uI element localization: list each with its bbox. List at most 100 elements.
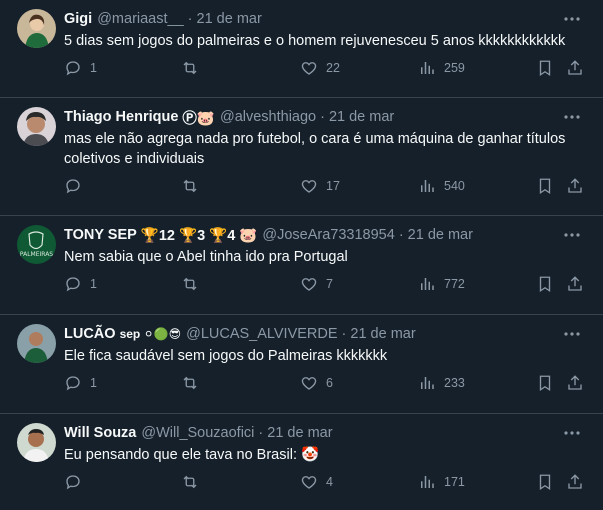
more-options-icon[interactable]: [563, 108, 581, 126]
tweet-date[interactable]: 21 de mar: [350, 326, 415, 342]
retweet-button[interactable]: [181, 473, 207, 491]
reply-icon: [66, 475, 80, 490]
avatar[interactable]: [17, 107, 56, 146]
bookmark-button[interactable]: [536, 59, 554, 77]
views-count: 233: [444, 376, 465, 390]
views-count: 772: [444, 277, 465, 291]
reply-count: 1: [90, 376, 97, 390]
share-button[interactable]: [566, 374, 584, 392]
heart-icon: [301, 278, 317, 291]
views-button[interactable]: 540: [418, 177, 465, 195]
reply-icon: [66, 376, 80, 391]
tweet-actions: 1 22 259: [64, 51, 587, 89]
user-handle[interactable]: @LUCAS_ALVIVERDE: [186, 326, 337, 342]
svg-text:PALMEIRAS: PALMEIRAS: [20, 251, 53, 258]
display-name[interactable]: Gigi: [64, 11, 92, 27]
retweet-icon: [183, 179, 197, 193]
name-badges: 🏆12 🏆3 🏆4 🐷: [140, 227, 258, 244]
retweet-icon: [183, 475, 197, 489]
share-button[interactable]: [566, 177, 584, 195]
display-name[interactable]: LUCÃO: [64, 326, 116, 342]
share-icon: [568, 178, 582, 193]
views-chart-icon: [421, 278, 434, 290]
more-options-icon[interactable]: [563, 325, 581, 343]
tweet[interactable]: LUCÃO sep ⚪🟢😎 @LUCAS_ALVIVERDE · 21 de m…: [0, 315, 603, 414]
like-count: 17: [326, 179, 340, 193]
separator-dot: ·: [320, 109, 325, 125]
avatar[interactable]: [17, 423, 56, 462]
views-button[interactable]: 259: [418, 59, 465, 77]
tweet[interactable]: Will Souza @Will_Souzaofici · 21 de mar …: [0, 414, 603, 510]
tweet-date[interactable]: 21 de mar: [267, 425, 332, 441]
reply-button[interactable]: [64, 473, 90, 491]
display-name[interactable]: Will Souza: [64, 425, 136, 441]
reply-count: 1: [90, 277, 97, 291]
reply-button[interactable]: 1: [64, 275, 97, 293]
share-button[interactable]: [566, 473, 584, 491]
heart-icon: [301, 180, 317, 193]
display-name[interactable]: Thiago Henrique: [64, 109, 178, 125]
bookmark-icon: [539, 178, 551, 195]
tweet[interactable]: Gigi @mariaast__ · 21 de mar 5 dias sem …: [0, 0, 603, 98]
like-button[interactable]: 4: [300, 473, 333, 491]
views-button[interactable]: 772: [418, 275, 465, 293]
more-options-icon[interactable]: [563, 226, 581, 244]
name-badges: sep ⚪🟢😎: [119, 327, 182, 341]
separator-dot: ·: [187, 11, 193, 27]
tweet-header: TONY SEP 🏆12 🏆3 🏆4 🐷 @JoseAra73318954 · …: [64, 225, 587, 245]
tweet-text: Ele fica saudável sem jogos do Palmeiras…: [64, 348, 388, 364]
more-options-icon[interactable]: [563, 10, 581, 28]
like-count: 22: [326, 61, 340, 75]
bookmark-button[interactable]: [536, 177, 554, 195]
tweet-actions: 1 6 233: [64, 366, 587, 404]
reply-icon: [66, 61, 80, 76]
tweet-date[interactable]: 21 de mar: [197, 11, 262, 27]
user-handle[interactable]: @mariaast__: [97, 11, 183, 27]
tweet-actions: 17 540: [64, 169, 587, 207]
tweet-header: Gigi @mariaast__ · 21 de mar: [64, 9, 587, 29]
tweet-date[interactable]: 21 de mar: [329, 109, 394, 125]
like-button[interactable]: 17: [300, 177, 340, 195]
bookmark-button[interactable]: [536, 275, 554, 293]
retweet-button[interactable]: [181, 275, 207, 293]
avatar[interactable]: PALMEIRAS: [17, 225, 56, 264]
bookmark-button[interactable]: [536, 473, 554, 491]
separator-dot: ·: [258, 425, 264, 441]
tweet-actions: 4 171: [64, 465, 587, 503]
like-button[interactable]: 22: [300, 59, 340, 77]
share-button[interactable]: [566, 275, 584, 293]
reply-button[interactable]: 1: [64, 59, 97, 77]
views-chart-icon: [421, 62, 434, 74]
reply-button[interactable]: [64, 177, 90, 195]
more-options-icon[interactable]: [563, 424, 581, 442]
retweet-button[interactable]: [181, 177, 207, 195]
bookmark-button[interactable]: [536, 374, 554, 392]
user-handle[interactable]: @JoseAra73318954: [262, 227, 394, 243]
reply-feed: Gigi @mariaast__ · 21 de mar 5 dias sem …: [0, 0, 603, 510]
retweet-button[interactable]: [181, 374, 207, 392]
like-count: 6: [326, 376, 333, 390]
views-button[interactable]: 171: [418, 473, 465, 491]
avatar[interactable]: [17, 9, 56, 48]
views-button[interactable]: 233: [418, 374, 465, 392]
tweet-date[interactable]: 21 de mar: [408, 227, 473, 243]
tweet[interactable]: Thiago Henrique Ⓟ🐷 @alveshthiago · 21 de…: [0, 98, 603, 216]
avatar[interactable]: [17, 324, 56, 363]
reply-icon: [66, 179, 80, 194]
display-name[interactable]: TONY SEP: [64, 227, 137, 243]
bookmark-icon: [539, 276, 551, 293]
views-chart-icon: [421, 180, 434, 192]
tweet[interactable]: PALMEIRAS TONY SEP 🏆12 🏆3 🏆4 🐷 @JoseAra7…: [0, 216, 603, 315]
user-handle[interactable]: @alveshthiago: [220, 109, 316, 125]
share-icon: [568, 474, 582, 489]
reply-button[interactable]: 1: [64, 374, 97, 392]
share-button[interactable]: [566, 59, 584, 77]
like-button[interactable]: 7: [300, 275, 333, 293]
retweet-button[interactable]: [181, 59, 207, 77]
like-count: 7: [326, 277, 333, 291]
user-handle[interactable]: @Will_Souzaofici: [141, 425, 254, 441]
like-button[interactable]: 6: [300, 374, 333, 392]
bookmark-icon: [539, 375, 551, 392]
tweet-text: 5 dias sem jogos do palmeiras e o homem …: [64, 33, 566, 49]
tweet-text: mas ele não agrega nada pro futebol, o c…: [64, 131, 566, 167]
